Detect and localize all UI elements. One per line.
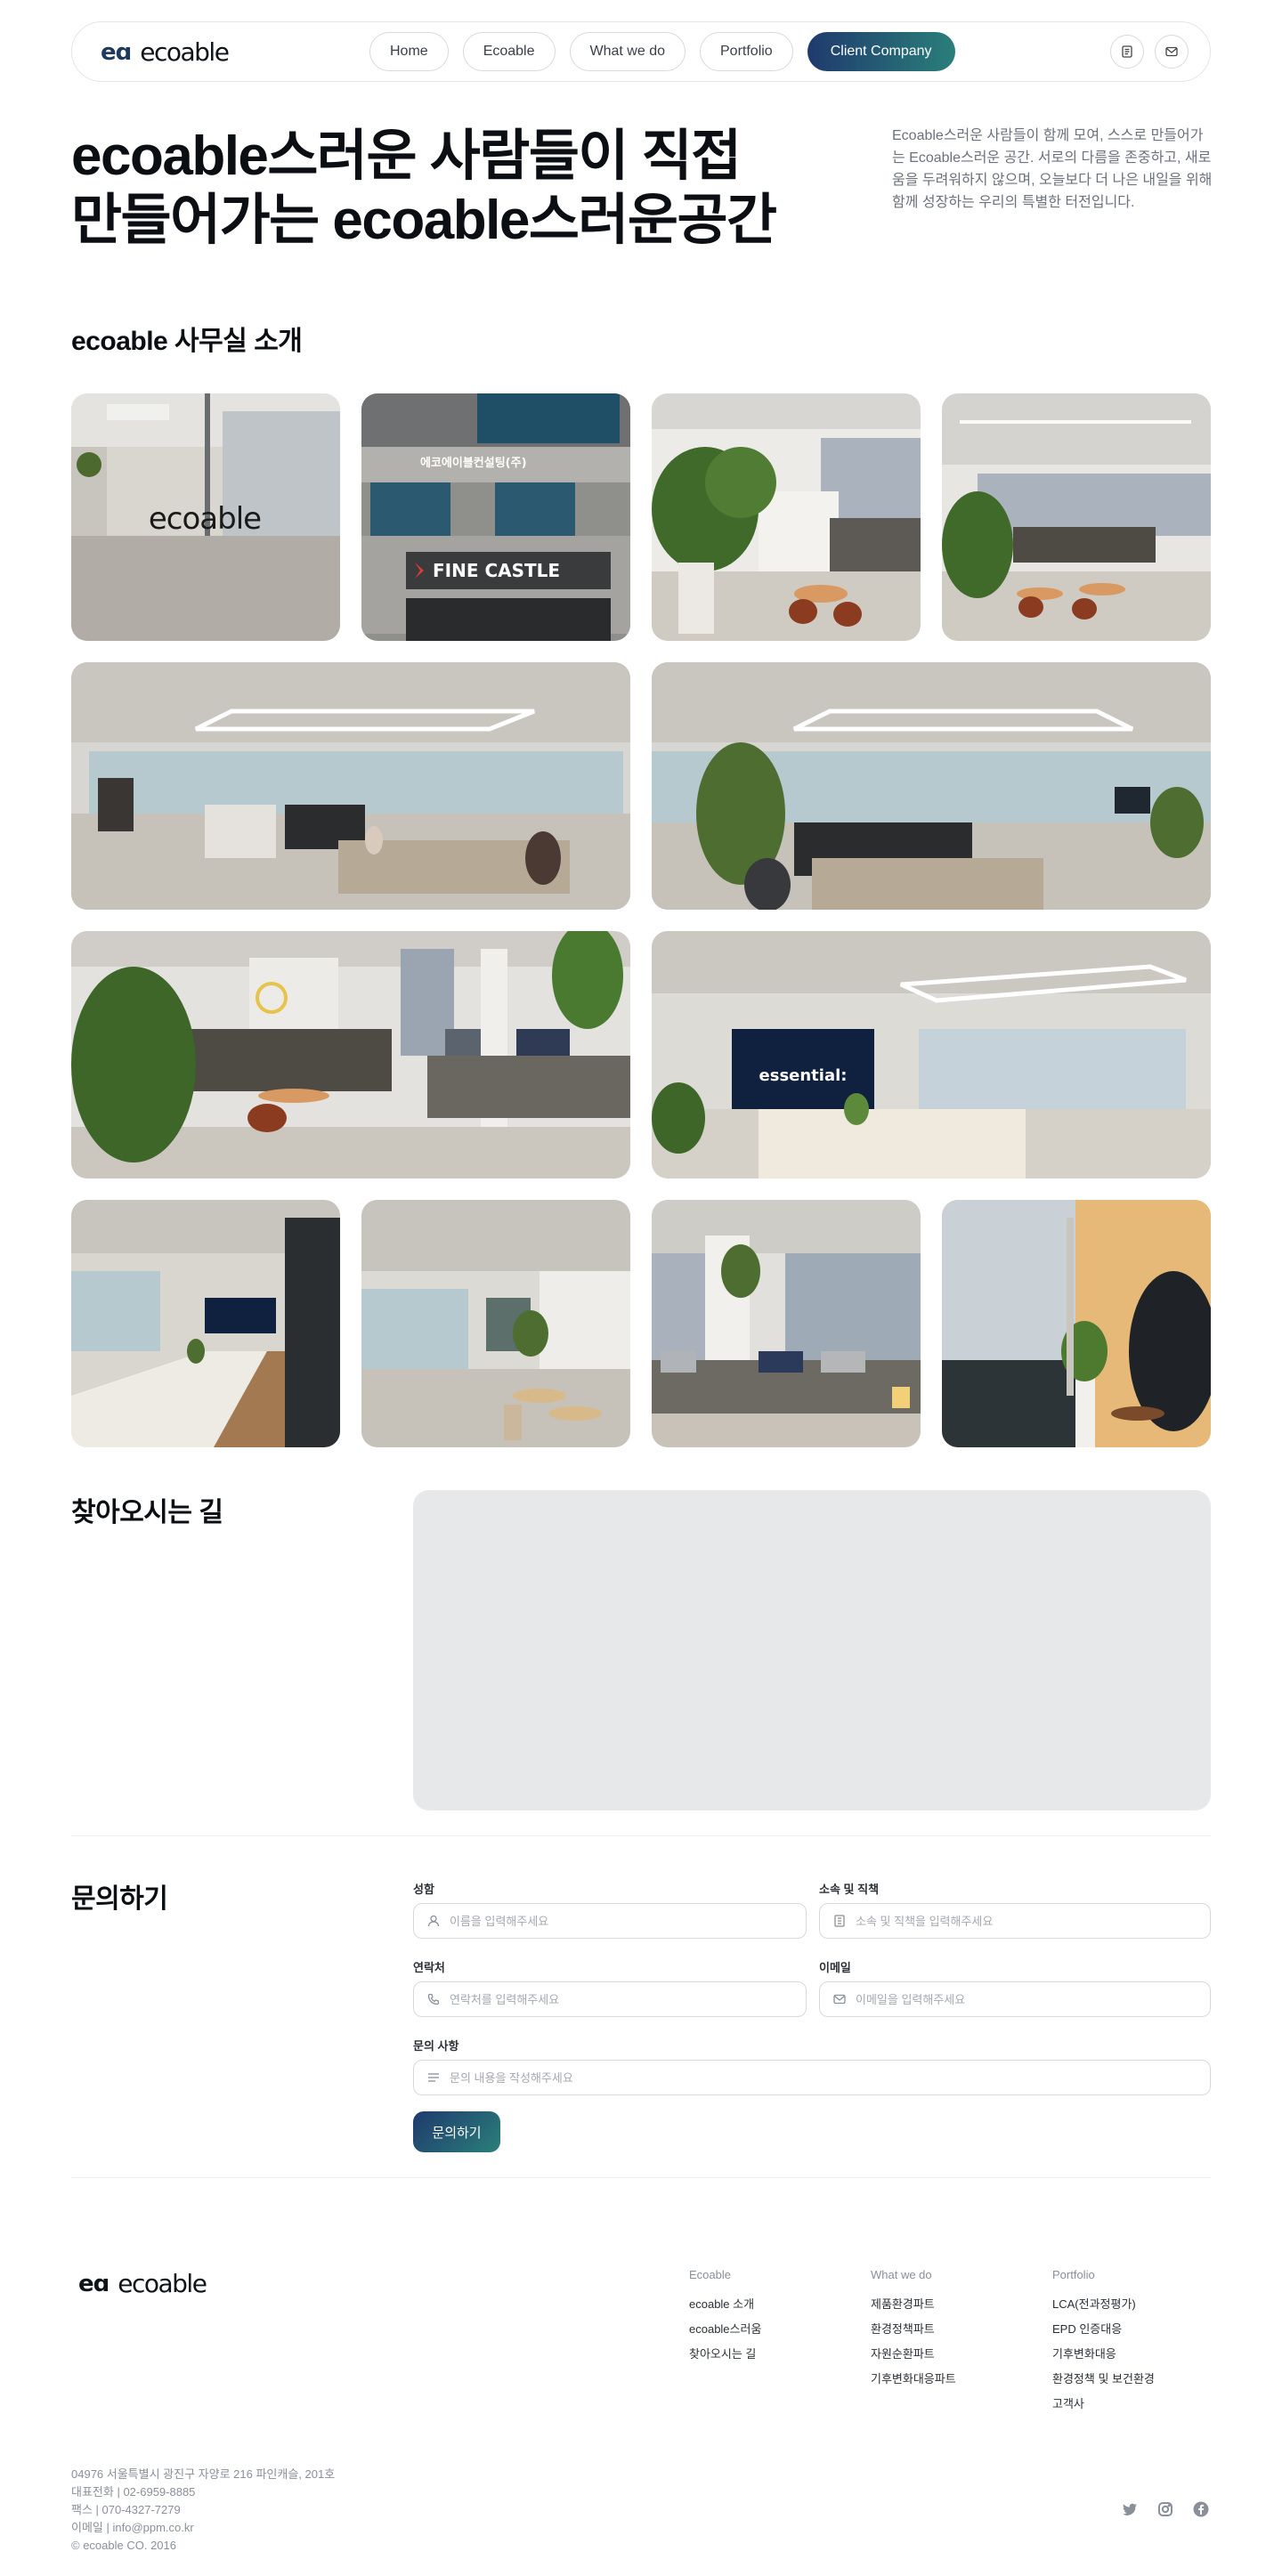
photo-meeting-room-tv: essential:: [652, 931, 1211, 1179]
footer-link[interactable]: 찾아오시는 길: [689, 2342, 761, 2367]
store-sign-text: FINE CASTLE: [433, 560, 560, 581]
footer-link[interactable]: LCA(전과정평가): [1052, 2292, 1155, 2317]
logo-mark: eɑ: [101, 39, 132, 66]
footer-column-head: Portfolio: [1052, 2268, 1095, 2281]
facebook-icon[interactable]: [1191, 2499, 1211, 2519]
photo-open-office-left: [71, 662, 630, 910]
footer-link[interactable]: 환경정책파트: [871, 2317, 956, 2342]
message-label: 문의 사항: [413, 2039, 459, 2053]
name-label: 성함: [413, 1883, 434, 1896]
footer-email: 이메일 | info@ppm.co.kr: [71, 2521, 194, 2534]
email-label: 이메일: [819, 1961, 851, 1974]
footer-phone: 대표전화 | 02-6959-8885: [71, 2485, 196, 2499]
logo-wordmark: ecoable: [140, 37, 230, 67]
footer-column-head: Ecoable: [689, 2268, 731, 2281]
footer-address: 04976 서울특별시 광진구 자양로 216 파인캐슬, 201호: [71, 2467, 336, 2481]
footer-logo-wordmark: ecoable: [118, 2269, 207, 2298]
photo-building-exterior: 에코에이블컨설팅(주) FINE CASTLE: [361, 393, 630, 641]
photo-office-corridor: [361, 1200, 630, 1447]
footer-link[interactable]: ecoable 소개: [689, 2292, 761, 2317]
photo-meeting-room-table: [71, 1200, 340, 1447]
footer-link[interactable]: 환경정책 및 보건환경: [1052, 2367, 1155, 2392]
footer-link[interactable]: 고객사: [1052, 2392, 1155, 2417]
photo-office-entrance: ecoable: [71, 393, 340, 641]
inquiry-section-title: 문의하기: [71, 1884, 168, 1914]
instagram-icon[interactable]: [1156, 2499, 1175, 2519]
footer-company-info: 04976 서울특별시 광진구 자양로 216 파인캐슬, 201호 대표전화 …: [71, 2466, 335, 2555]
name-input[interactable]: [450, 1914, 791, 1928]
footer-column-what-we-do: What we do 제품환경파트 환경정책파트 자원순환파트 기후변화대응파트: [871, 2268, 956, 2392]
affiliation-input[interactable]: [856, 1914, 1196, 1928]
footer-fax: 팩스 | 070-4327-7279: [71, 2503, 181, 2516]
mail-icon: [833, 1994, 846, 2005]
photo-open-office-right: [652, 662, 1211, 910]
footer-link[interactable]: 자원순환파트: [871, 2342, 956, 2367]
nav-icons: [1110, 35, 1189, 69]
email-input[interactable]: [856, 1992, 1196, 2006]
name-field[interactable]: [413, 1903, 807, 1939]
nav-portfolio[interactable]: Portfolio: [700, 32, 793, 71]
building-icon: [834, 1915, 845, 1927]
phone-field[interactable]: [413, 1981, 807, 2017]
photo-massage-chair: [942, 1200, 1211, 1447]
footer-link[interactable]: ecoable스러움: [689, 2317, 761, 2342]
footer-link[interactable]: EPD 인증대응: [1052, 2317, 1155, 2342]
directions-section-title: 찾아오시는 길: [71, 1498, 223, 1527]
footer-link[interactable]: 기후변화대응파트: [871, 2367, 956, 2392]
location-map[interactable]: [413, 1490, 1211, 1810]
section-divider: [71, 2177, 1211, 2178]
text-lines-icon: [428, 2073, 439, 2082]
building-sign-text: 에코에이블컨설팅(주): [420, 456, 527, 470]
footer-column-ecoable: Ecoable ecoable 소개 ecoable스러움 찾아오시는 길: [689, 2268, 761, 2367]
nav-links: Home Ecoable What we do Portfolio Client…: [369, 32, 955, 71]
footer-copyright: © ecoable CO. 2016: [71, 2539, 176, 2552]
office-section-title: ecoable 사무실 소개: [71, 327, 303, 356]
logo[interactable]: eɑ ecoable: [101, 37, 230, 67]
nav-ecoable[interactable]: Ecoable: [462, 32, 556, 71]
mail-icon[interactable]: [1155, 35, 1189, 69]
hero-title-line1: ecoable스러운 사람들이 직접: [71, 126, 742, 187]
phone-label: 연락처: [413, 1961, 445, 1974]
footer-link[interactable]: 제품환경파트: [871, 2292, 956, 2317]
person-icon: [427, 1915, 440, 1927]
phone-input[interactable]: [450, 1992, 791, 2006]
affiliation-label: 소속 및 직책: [819, 1883, 880, 1896]
photo-lounge-seating: [71, 931, 630, 1179]
nav-client-company[interactable]: Client Company: [807, 32, 955, 71]
email-field[interactable]: [819, 1981, 1211, 2017]
section-divider: [71, 1835, 1211, 1836]
hero-description: Ecoable스러운 사람들이 함께 모여, 스스로 만들어가는 Ecoable…: [892, 128, 1213, 210]
twitter-icon[interactable]: [1120, 2499, 1140, 2519]
footer-logo-mark: eɑ: [78, 2271, 110, 2297]
document-icon[interactable]: [1110, 35, 1144, 69]
hero-title-line2: 만들어가는 ecoable스러운공간: [71, 190, 777, 251]
affiliation-field[interactable]: [819, 1903, 1211, 1939]
entrance-logo-text: ecoable: [149, 501, 261, 537]
nav-home[interactable]: Home: [369, 32, 449, 71]
footer-column-portfolio: Portfolio LCA(전과정평가) EPD 인증대응 기후변화대응 환경정…: [1052, 2268, 1155, 2417]
photo-lounge-wide: [942, 393, 1211, 641]
nav-what-we-do[interactable]: What we do: [569, 32, 686, 71]
message-input[interactable]: [450, 2070, 1155, 2085]
tv-screen-text: essential:: [759, 1066, 848, 1085]
top-navigation: eɑ ecoable Home Ecoable What we do Portf…: [71, 21, 1211, 82]
photo-lounge-sofa: [652, 1200, 921, 1447]
hero-title: ecoable스러운 사람들이 직접 만들어가는 ecoable스러운공간: [71, 125, 872, 253]
footer-link[interactable]: 기후변화대응: [1052, 2342, 1155, 2367]
inquiry-submit-button[interactable]: 문의하기: [413, 2111, 500, 2152]
footer-column-head: What we do: [871, 2268, 932, 2281]
phone-icon: [427, 1993, 440, 2005]
footer-logo[interactable]: eɑ ecoable: [78, 2269, 207, 2298]
photo-lounge-plants: [652, 393, 921, 641]
message-field[interactable]: [413, 2060, 1211, 2095]
